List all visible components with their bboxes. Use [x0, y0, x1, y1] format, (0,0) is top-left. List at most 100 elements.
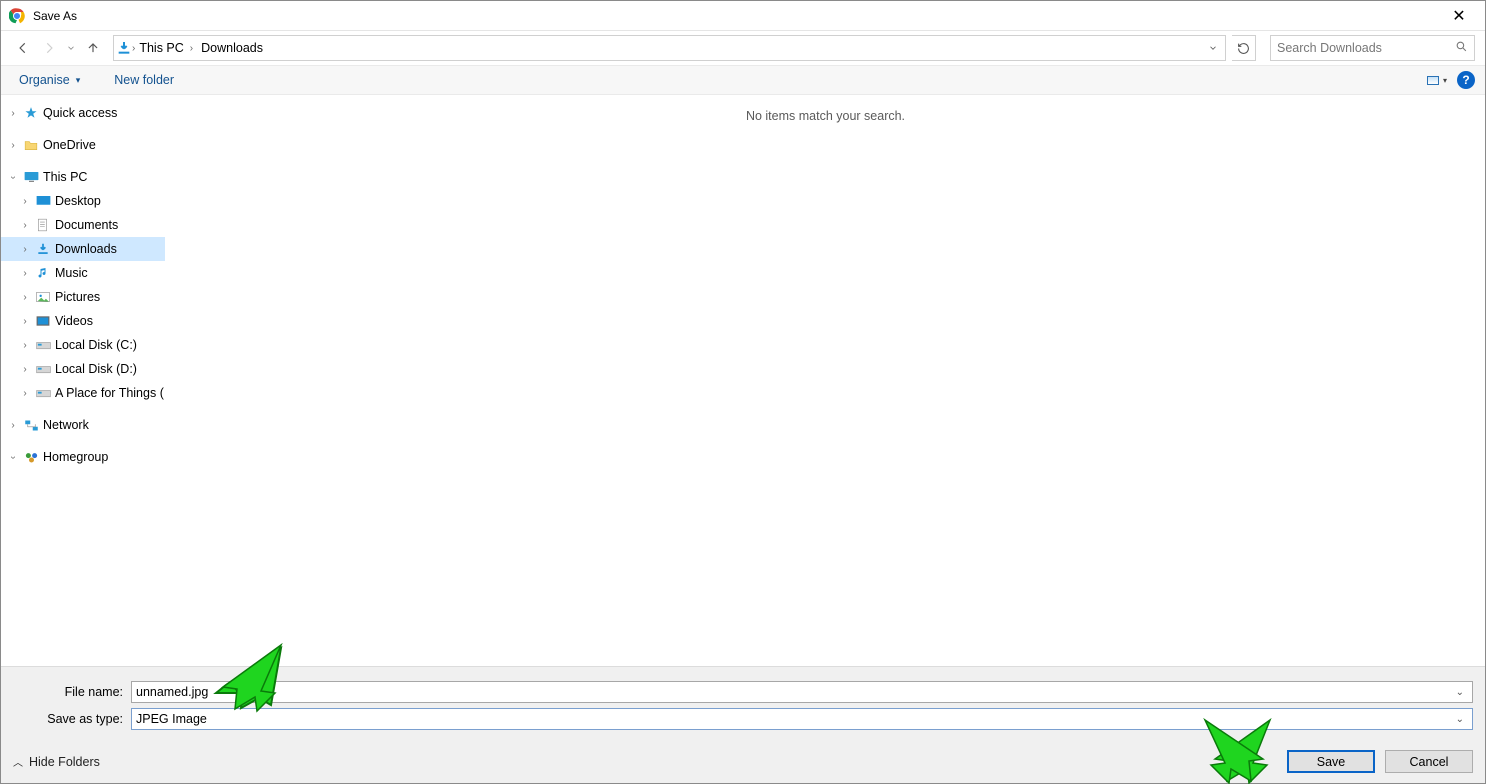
filename-dropdown-icon[interactable]: ⌄ [1452, 687, 1468, 698]
address-dropdown[interactable] [1201, 36, 1225, 60]
crumb-label: This PC [139, 41, 183, 55]
downloads-icon [35, 241, 51, 257]
tree-label: Desktop [55, 194, 101, 208]
drive-icon [35, 337, 51, 353]
tree-label: Homegroup [43, 450, 108, 464]
nav-row: › This PC› Downloads Search Downloads [1, 31, 1485, 65]
tree-local-c[interactable]: › Local Disk (C:) [1, 333, 165, 357]
expand-icon[interactable]: › [7, 140, 19, 151]
window-title: Save As [33, 9, 77, 23]
save-label: Save [1317, 755, 1346, 769]
organise-button[interactable]: Organise [11, 69, 88, 91]
new-folder-button[interactable]: New folder [106, 69, 182, 91]
save-button[interactable]: Save [1287, 750, 1375, 773]
tree-videos[interactable]: › Videos [1, 309, 165, 333]
expand-icon[interactable]: › [19, 364, 31, 375]
tree-label: A Place for Things ( [55, 386, 164, 400]
up-button[interactable] [83, 38, 103, 58]
tree-label: Music [55, 266, 88, 280]
downloads-location-icon [116, 40, 132, 56]
tree-label: Local Disk (C:) [55, 338, 137, 352]
hide-folders-button[interactable]: ︿ Hide Folders [13, 754, 100, 769]
tree-label: Local Disk (D:) [55, 362, 137, 376]
expand-icon[interactable]: › [7, 420, 19, 431]
save-type-label: Save as type: [13, 712, 131, 726]
tree-place[interactable]: › A Place for Things ( [1, 381, 165, 405]
save-type-select[interactable]: JPEG Image ⌄ [131, 708, 1473, 730]
cancel-label: Cancel [1410, 755, 1449, 769]
cancel-button[interactable]: Cancel [1385, 750, 1473, 773]
tree-label: Videos [55, 314, 93, 328]
help-button[interactable]: ? [1457, 71, 1475, 89]
new-folder-label: New folder [114, 73, 174, 87]
recent-dropdown[interactable] [65, 38, 77, 58]
tree-quick-access[interactable]: › Quick access [1, 101, 165, 125]
expand-icon[interactable]: › [19, 388, 31, 399]
tree-onedrive[interactable]: › OneDrive [1, 133, 165, 157]
tree-label: Pictures [55, 290, 100, 304]
toolbar: Organise New folder ? [1, 65, 1485, 95]
tree-network[interactable]: › Network [1, 413, 165, 437]
star-icon [23, 105, 39, 121]
tree-this-pc[interactable]: › This PC [1, 165, 165, 189]
tree-label: Downloads [55, 242, 117, 256]
chrome-icon [9, 8, 25, 24]
titlebar: Save As ✕ [1, 1, 1485, 31]
videos-icon [35, 313, 51, 329]
search-placeholder: Search Downloads [1277, 41, 1382, 55]
empty-message: No items match your search. [166, 109, 1485, 123]
search-input[interactable]: Search Downloads [1270, 35, 1475, 61]
collapse-icon[interactable]: › [8, 451, 19, 463]
tree-label: OneDrive [43, 138, 96, 152]
tree-downloads[interactable]: › Downloads [1, 237, 165, 261]
organise-label: Organise [19, 73, 70, 87]
tree-local-d[interactable]: › Local Disk (D:) [1, 357, 165, 381]
search-icon [1455, 40, 1468, 56]
refresh-button[interactable] [1232, 35, 1256, 61]
bottom-panel: File name: unnamed.jpg ⌄ Save as type: J… [1, 666, 1485, 783]
body: › Quick access › OneDrive › This PC › De… [1, 95, 1485, 666]
expand-icon[interactable]: › [19, 268, 31, 279]
chevron-up-icon: ︿ [13, 754, 23, 769]
tree-label: Quick access [43, 106, 117, 120]
drive-icon [35, 385, 51, 401]
tree-documents[interactable]: › Documents [1, 213, 165, 237]
view-options-button[interactable] [1427, 76, 1447, 85]
music-icon [35, 265, 51, 281]
back-button[interactable] [13, 38, 33, 58]
forward-button[interactable] [39, 38, 59, 58]
expand-icon[interactable]: › [19, 292, 31, 303]
filename-input[interactable]: unnamed.jpg ⌄ [131, 681, 1473, 703]
expand-icon[interactable]: › [19, 340, 31, 351]
homegroup-icon [23, 449, 39, 465]
save-type-value: JPEG Image [136, 712, 207, 726]
file-list-area[interactable]: No items match your search. [166, 95, 1485, 666]
pictures-icon [35, 289, 51, 305]
address-bar[interactable]: › This PC› Downloads [113, 35, 1226, 61]
save-type-dropdown-icon[interactable]: ⌄ [1452, 714, 1468, 725]
nav-tree: › Quick access › OneDrive › This PC › De… [1, 95, 166, 666]
close-button[interactable]: ✕ [1439, 6, 1479, 26]
documents-icon [35, 217, 51, 233]
crumb-downloads[interactable]: Downloads [197, 36, 267, 60]
tree-label: Network [43, 418, 89, 432]
hide-folders-label: Hide Folders [29, 755, 100, 769]
collapse-icon[interactable]: › [8, 171, 19, 183]
expand-icon[interactable]: › [19, 196, 31, 207]
tree-music[interactable]: › Music [1, 261, 165, 285]
filename-label: File name: [13, 685, 131, 699]
folder-icon [23, 137, 39, 153]
filename-value: unnamed.jpg [136, 685, 208, 699]
crumb-label: Downloads [201, 41, 263, 55]
expand-icon[interactable]: › [19, 316, 31, 327]
save-as-dialog: Save As ✕ › This PC› Downloads [0, 0, 1486, 784]
expand-icon[interactable]: › [19, 220, 31, 231]
expand-icon[interactable]: › [19, 244, 31, 255]
tree-homegroup[interactable]: › Homegroup [1, 445, 165, 469]
tree-desktop[interactable]: › Desktop [1, 189, 165, 213]
crumb-this-pc[interactable]: This PC› [135, 36, 197, 60]
tree-pictures[interactable]: › Pictures [1, 285, 165, 309]
pc-icon [23, 169, 39, 185]
network-icon [23, 417, 39, 433]
expand-icon[interactable]: › [7, 108, 19, 119]
